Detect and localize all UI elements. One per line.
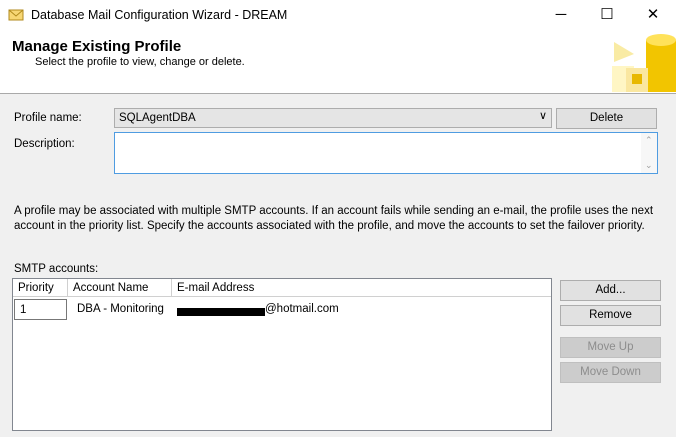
row-account-name: DBA - Monitoring [77, 303, 164, 315]
remove-account-button[interactable]: Remove [560, 305, 661, 326]
move-up-button[interactable]: Move Up [560, 337, 661, 358]
profile-name-dropdown[interactable]: SQLAgentDBA ∨ [114, 108, 552, 128]
database-mail-icon [612, 34, 676, 92]
row-email-domain: @hotmail.com [265, 303, 339, 315]
maximize-icon: ☐ [600, 6, 614, 23]
description-field[interactable]: ⌃ ⌄ [114, 132, 658, 174]
delete-button[interactable]: Delete [556, 108, 657, 129]
smtp-accounts-grid[interactable]: Priority Account Name E-mail Address 1 D… [12, 278, 552, 431]
info-text: A profile may be associated with multipl… [14, 205, 654, 232]
page-title: Manage Existing Profile [12, 38, 182, 55]
scroll-down-icon[interactable]: ⌄ [645, 160, 653, 171]
wizard-header: Manage Existing Profile Select the profi… [0, 30, 676, 94]
scroll-up-icon[interactable]: ⌃ [645, 135, 653, 146]
profile-name-value: SQLAgentDBA [119, 112, 196, 124]
minimize-icon: ─ [555, 6, 567, 23]
chevron-down-icon: ∨ [538, 110, 547, 122]
page-subtitle: Select the profile to view, change or de… [35, 56, 245, 68]
envelope-icon [8, 9, 24, 21]
close-button[interactable]: ✕ [630, 0, 676, 30]
row-email-address: @hotmail.com [172, 299, 472, 320]
description-label: Description: [14, 138, 75, 150]
add-account-button[interactable]: Add... [560, 280, 661, 301]
column-header-priority[interactable]: Priority [13, 279, 68, 297]
title-bar: Database Mail Configuration Wizard - DRE… [0, 0, 676, 30]
description-scrollbar[interactable]: ⌃ ⌄ [641, 133, 657, 173]
move-down-button[interactable]: Move Down [560, 362, 661, 383]
redacted-email-local-part [177, 302, 265, 316]
window-title: Database Mail Configuration Wizard - DRE… [31, 8, 288, 22]
row-priority: 1 [14, 299, 67, 320]
maximize-button[interactable]: ☐ [584, 0, 630, 30]
close-icon: ✕ [646, 6, 660, 23]
column-header-email-address[interactable]: E-mail Address [172, 279, 551, 297]
dialog-content: Profile name: SQLAgentDBA ∨ Delete Descr… [0, 94, 676, 437]
profile-name-label: Profile name: [14, 112, 82, 124]
minimize-button[interactable]: ─ [538, 0, 584, 30]
smtp-accounts-label: SMTP accounts: [14, 263, 99, 275]
column-header-account-name[interactable]: Account Name [68, 279, 172, 297]
